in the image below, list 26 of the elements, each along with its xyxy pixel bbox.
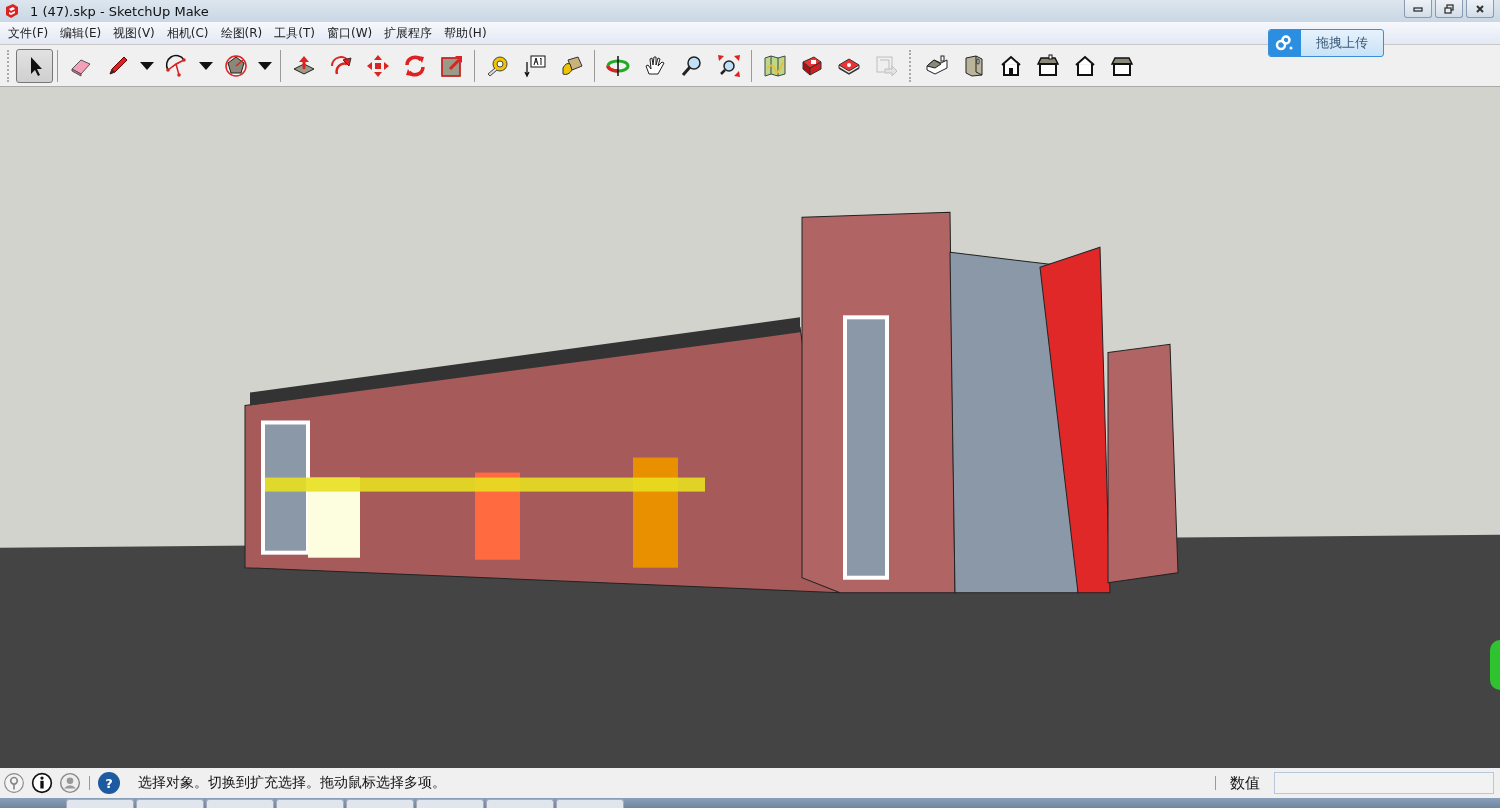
user-icon[interactable] [59, 772, 81, 794]
menu-item[interactable]: 帮助(H) [438, 24, 493, 42]
status-message: 选择对象。切换到扩充选择。拖动鼠标选择多项。 [138, 774, 446, 792]
upload-button[interactable]: 拖拽上传 [1268, 29, 1384, 57]
window-title: 1 (47).skp - SketchUp Make [30, 3, 209, 19]
menu-item[interactable]: 文件(F) [2, 24, 55, 42]
menu-item[interactable]: 绘图(R) [214, 24, 269, 42]
measurements-field[interactable] [1274, 772, 1494, 794]
menu-item[interactable]: 扩展程序 [378, 24, 439, 42]
measurements-label: 数值 [1230, 773, 1260, 793]
close-icon [1473, 3, 1487, 14]
floating-ball-button[interactable] [1490, 640, 1500, 690]
restore-icon [1442, 3, 1456, 14]
menu-item[interactable]: 工具(T) [268, 24, 321, 42]
app-logo-icon [4, 3, 20, 19]
help-button[interactable]: ? [98, 772, 120, 794]
minimize-button[interactable] [1404, 0, 1432, 18]
restore-button[interactable] [1435, 0, 1463, 18]
menu-item[interactable]: 窗口(W) [320, 24, 379, 42]
info-icon[interactable] [31, 772, 53, 794]
menu-item[interactable]: 编辑(E) [54, 24, 108, 42]
menu-item[interactable]: 相机(C) [160, 24, 215, 42]
arrow-cursor-icon[interactable] [16, 48, 53, 83]
menu-item[interactable]: 视图(V) [107, 24, 161, 42]
close-button[interactable] [1466, 0, 1494, 18]
location-pin-icon[interactable] [3, 772, 25, 794]
